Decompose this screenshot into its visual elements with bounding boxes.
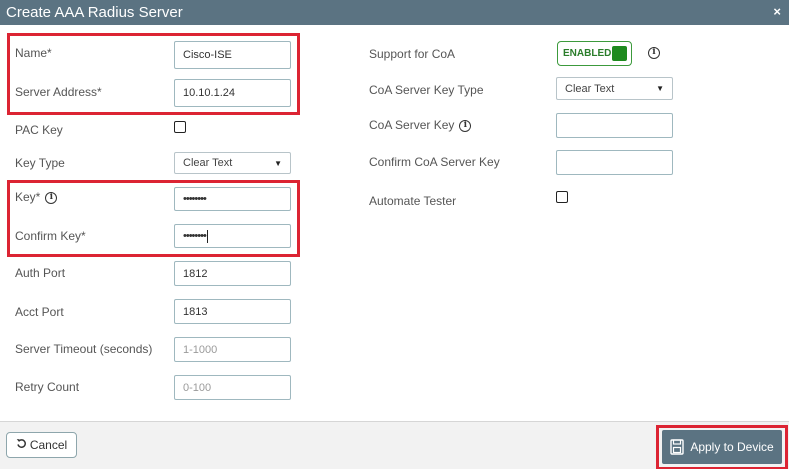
coa-server-key-label: CoA Server Key	[369, 118, 455, 132]
retry-count-input[interactable]: 0-100	[174, 375, 291, 400]
support-coa-label: Support for CoA	[369, 47, 456, 61]
acct-port-value: 1813	[183, 305, 208, 318]
pac-key-checkbox[interactable]	[174, 121, 186, 133]
info-icon[interactable]: i	[459, 119, 472, 132]
chevron-down-icon: ▼	[274, 158, 282, 168]
apply-label: Apply to Device	[690, 440, 774, 454]
highlight-box-keys	[7, 180, 300, 257]
cancel-label: Cancel	[29, 438, 68, 452]
support-coa-toggle[interactable]: ENABLED	[557, 41, 632, 66]
dialog-titlebar: Create AAA Radius Server ×	[0, 0, 789, 25]
auth-port-label: Auth Port	[15, 266, 66, 280]
dialog-footer: Cancel Apply to Device	[0, 421, 789, 469]
confirm-coa-key-input[interactable]	[556, 150, 673, 175]
server-timeout-placeholder: 1-1000	[183, 343, 218, 356]
acct-port-input[interactable]: 1813	[174, 299, 291, 324]
coa-key-type-selected: Clear Text	[565, 82, 615, 95]
key-type-selected: Clear Text	[183, 157, 233, 169]
key-type-label: Key Type	[15, 156, 65, 170]
key-type-select[interactable]: Clear Text ▼	[174, 152, 291, 174]
close-icon[interactable]: ×	[773, 4, 781, 19]
info-icon[interactable]: i	[648, 47, 660, 59]
chevron-down-icon: ▼	[656, 84, 664, 93]
coa-server-key-input[interactable]	[556, 113, 673, 138]
auth-port-input[interactable]: 1812	[174, 261, 291, 286]
server-timeout-input[interactable]: 1-1000	[174, 337, 291, 362]
toggle-state-text: ENABLED	[563, 48, 612, 59]
coa-key-type-select[interactable]: Clear Text ▼	[556, 77, 673, 100]
highlight-box-name-address	[7, 33, 300, 115]
save-document-icon	[670, 439, 685, 455]
retry-count-label: Retry Count	[15, 380, 80, 394]
coa-server-key-label-wrap: CoA Server Key i	[369, 118, 472, 132]
undo-icon	[16, 438, 27, 452]
server-timeout-label: Server Timeout (seconds)	[15, 342, 153, 356]
retry-count-placeholder: 0-100	[183, 381, 212, 394]
acct-port-label: Acct Port	[15, 305, 64, 319]
dialog-title: Create AAA Radius Server	[6, 4, 183, 21]
pac-key-label: PAC Key	[15, 123, 63, 137]
cancel-button[interactable]: Cancel	[6, 432, 77, 458]
confirm-coa-key-label: Confirm CoA Server Key	[369, 155, 500, 169]
auth-port-value: 1812	[183, 267, 208, 280]
apply-to-device-button[interactable]: Apply to Device	[662, 430, 782, 464]
toggle-knob	[612, 46, 627, 61]
automate-tester-checkbox[interactable]	[556, 191, 568, 203]
coa-key-type-label: CoA Server Key Type	[369, 83, 484, 97]
automate-tester-label: Automate Tester	[369, 194, 457, 208]
